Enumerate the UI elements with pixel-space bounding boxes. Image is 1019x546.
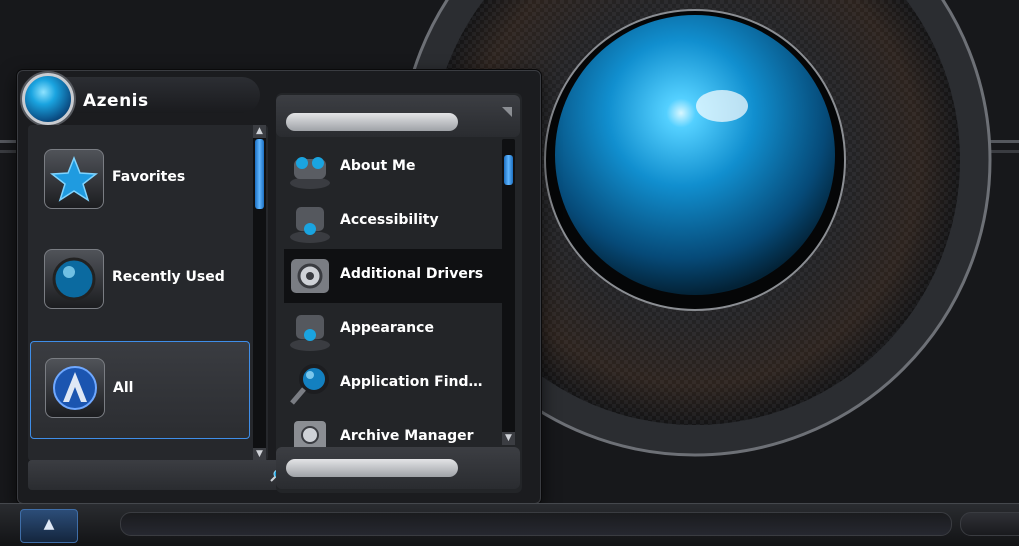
taskbar: ▲	[0, 503, 1019, 546]
magnifier-icon	[290, 364, 329, 405]
scrollbar-thumb[interactable]	[504, 155, 513, 185]
category-scrollbar[interactable]: ▲ ▼	[253, 125, 266, 461]
azenis-logo-icon	[45, 358, 105, 418]
application-scrollbar[interactable]: ▼	[502, 139, 515, 445]
app-item-accessibility[interactable]: Accessibility	[284, 195, 504, 249]
category-label: Favorites	[112, 169, 186, 185]
app-label: Additional Drivers	[340, 266, 484, 282]
app-item-additional-drivers[interactable]: Additional Drivers	[284, 249, 504, 303]
azenis-start-icon: ▲	[43, 516, 55, 532]
app-label: Archive Manager	[340, 428, 474, 444]
app-label: Appearance	[340, 320, 434, 336]
app-label: About Me	[340, 158, 416, 174]
category-panel: Favorites Recently Used All ▲ ▼	[28, 125, 268, 461]
scrollbar-thumb[interactable]	[255, 139, 264, 209]
bottom-input[interactable]	[286, 459, 458, 477]
star-icon	[44, 149, 104, 209]
resize-grip-icon[interactable]	[502, 107, 512, 117]
orb-icon	[44, 249, 104, 309]
menu-title: Azenis	[83, 91, 149, 111]
top-toolbar	[276, 95, 520, 137]
app-item-appearance[interactable]: Appearance	[284, 303, 504, 357]
category-favorites[interactable]: Favorites	[30, 143, 248, 239]
app-label: Application Find…	[340, 374, 483, 390]
azenis-orb-icon[interactable]	[22, 73, 74, 125]
search-field[interactable]	[28, 460, 284, 490]
app-label: Accessibility	[340, 212, 439, 228]
tray-area[interactable]	[960, 512, 1019, 536]
accessibility-icon	[290, 207, 330, 243]
category-label: Recently Used	[112, 269, 225, 285]
start-button[interactable]: ▲	[20, 509, 78, 543]
top-input[interactable]	[286, 113, 458, 131]
app-item-application-finder[interactable]: Application Find…	[284, 357, 504, 411]
drivers-icon	[291, 259, 329, 293]
application-menu: Azenis Favorites Recently Used All ▲ ▼ A…	[17, 70, 541, 504]
task-area[interactable]	[120, 512, 952, 536]
appearance-icon	[290, 315, 330, 351]
application-list-panel: About Me Accessibility Additional Driver…	[276, 93, 522, 493]
scroll-down-arrow-icon[interactable]: ▼	[502, 432, 515, 445]
category-recently-used[interactable]: Recently Used	[30, 243, 248, 339]
about-me-icon	[290, 157, 330, 189]
scroll-up-arrow-icon[interactable]: ▲	[253, 125, 266, 138]
category-label: All	[113, 380, 134, 396]
category-all[interactable]: All	[30, 341, 250, 439]
app-item-about-me[interactable]: About Me	[284, 141, 504, 195]
bottom-toolbar	[276, 447, 520, 489]
